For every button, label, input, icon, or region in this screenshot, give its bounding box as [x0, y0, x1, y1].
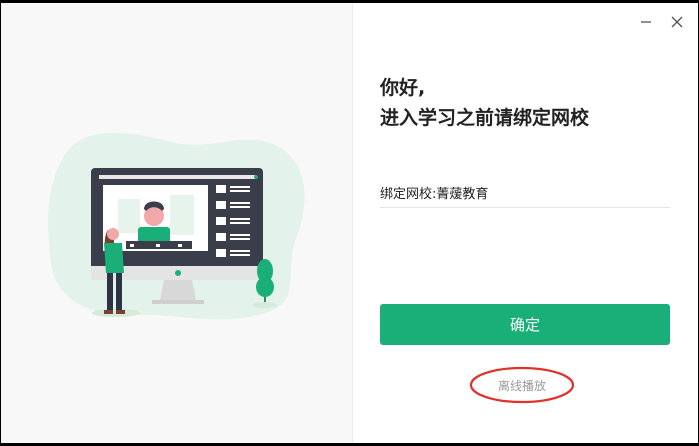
- confirm-button[interactable]: 确定: [380, 304, 670, 345]
- school-label: 绑定网校:: [380, 187, 437, 202]
- online-learning-illustration: [48, 133, 305, 320]
- close-button[interactable]: [664, 9, 690, 35]
- close-icon: [671, 16, 683, 28]
- school-value: 菁蕿教育: [436, 187, 489, 202]
- school-field: 绑定网校:菁蕿教育: [380, 183, 670, 208]
- minimize-button[interactable]: [633, 9, 659, 35]
- greeting-line-1: 你好,: [380, 77, 426, 99]
- illustration-panel: [1, 3, 353, 443]
- greeting-heading: 你好, 进入学习之前请绑定网校: [380, 73, 589, 133]
- bind-school-dialog: 你好, 进入学习之前请绑定网校 绑定网校:菁蕿教育 确定 离线播放: [1, 3, 698, 443]
- minimize-icon: [641, 21, 651, 23]
- offline-play-link[interactable]: 离线播放: [469, 366, 575, 404]
- greeting-line-2: 进入学习之前请绑定网校: [380, 107, 590, 129]
- highlight-circle: [469, 366, 575, 404]
